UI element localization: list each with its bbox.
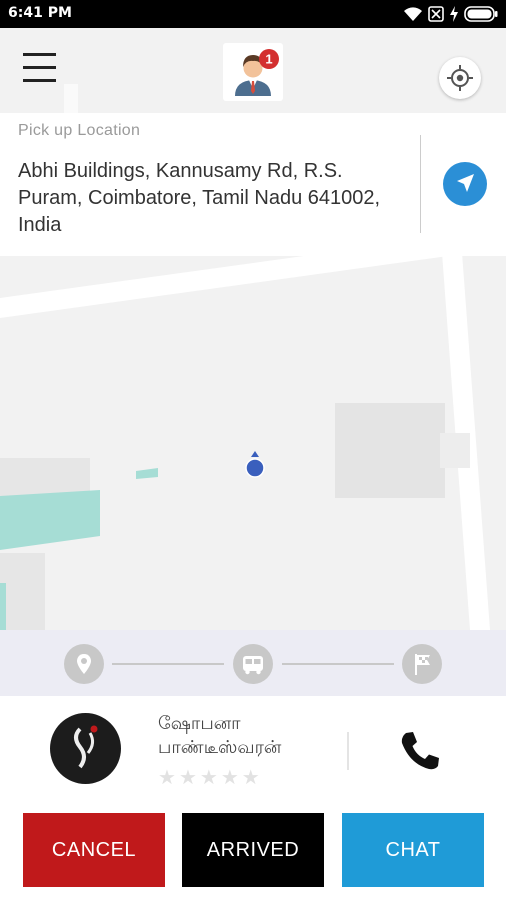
pickup-card: Pick up Location Abhi Buildings, Kannusa… xyxy=(0,113,506,256)
status-bar: 6:41 PM xyxy=(0,0,506,28)
menu-bar xyxy=(23,66,56,69)
trip-progress xyxy=(0,630,506,696)
menu-bar xyxy=(23,79,56,82)
phone-icon xyxy=(401,732,439,770)
status-time: 6:41 PM xyxy=(8,5,72,21)
wifi-icon xyxy=(404,7,422,21)
panel-divider xyxy=(347,732,349,770)
rating-star: ★ xyxy=(178,765,197,789)
battery-icon xyxy=(464,6,498,22)
rating-star: ★ xyxy=(199,765,218,789)
charging-icon xyxy=(450,6,458,22)
driver-logo-icon xyxy=(74,725,98,769)
rating-star: ★ xyxy=(220,765,239,789)
my-location-button[interactable] xyxy=(439,57,481,99)
driver-panel: ஷோபனா பாண்டீஸ்வரன் ★ ★ ★ ★ ★ CANCEL ARRI… xyxy=(0,696,506,900)
menu-bar xyxy=(23,53,56,56)
driver-name: ஷோபனா பாண்டீஸ்வரன் xyxy=(158,713,282,758)
call-button[interactable] xyxy=(395,726,445,776)
progress-line xyxy=(112,663,224,665)
notification-badge: 1 xyxy=(259,49,279,69)
rating-star: ★ xyxy=(158,765,176,789)
svg-text:1: 1 xyxy=(265,52,272,67)
progress-line xyxy=(282,663,394,665)
location-pin-icon xyxy=(64,644,104,684)
current-location-marker xyxy=(245,451,265,478)
hamburger-menu-icon[interactable] xyxy=(20,52,60,84)
pickup-label: Pick up Location xyxy=(18,122,141,139)
navigate-button[interactable] xyxy=(443,162,487,206)
status-icons xyxy=(403,4,498,24)
cancel-button[interactable]: CANCEL xyxy=(23,813,165,887)
pickup-address[interactable]: Abhi Buildings, Kannusamy Rd, R.S. Puram… xyxy=(18,158,398,239)
sim-blocked-icon xyxy=(428,6,444,22)
pickup-divider xyxy=(420,135,421,233)
my-location-icon xyxy=(447,65,473,91)
driver-rating: ★ ★ ★ ★ ★ xyxy=(158,767,260,787)
chat-button[interactable]: CHAT xyxy=(342,813,484,887)
navigation-arrow-icon xyxy=(457,174,474,192)
arrived-button[interactable]: ARRIVED xyxy=(182,813,324,887)
finish-flag-icon xyxy=(402,644,442,684)
driver-avatar-button[interactable]: 1 xyxy=(223,43,283,101)
bus-icon xyxy=(233,644,273,684)
driver-photo xyxy=(50,713,121,784)
rating-star: ★ xyxy=(241,765,260,789)
